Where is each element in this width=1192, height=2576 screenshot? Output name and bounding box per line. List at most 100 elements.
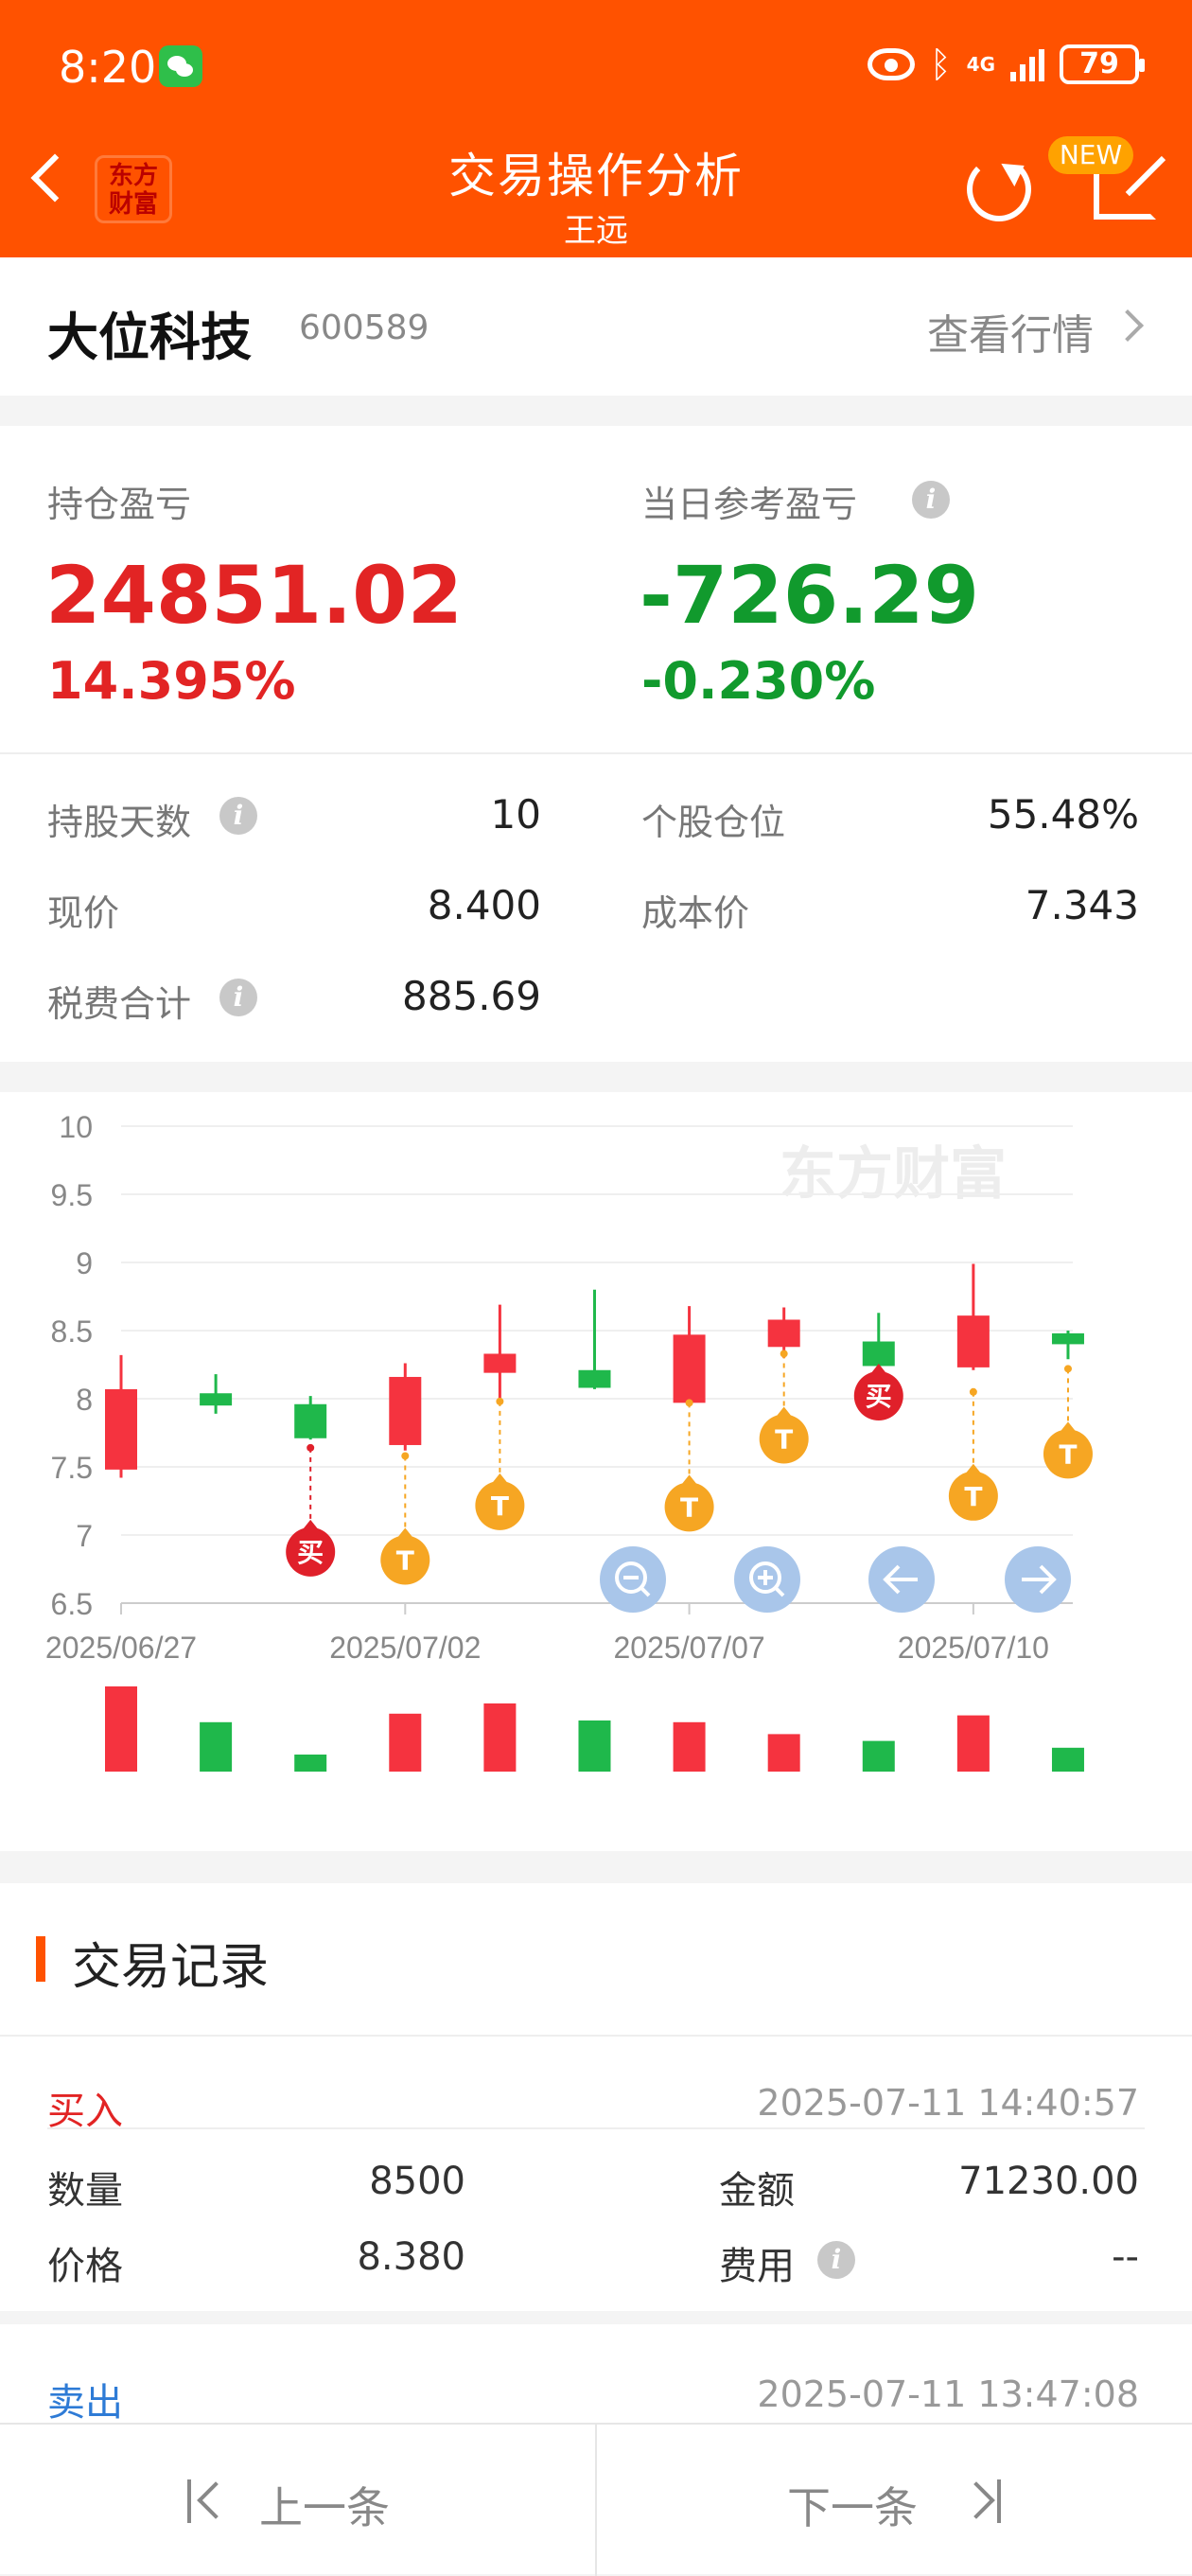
signal-icon xyxy=(1010,47,1044,81)
next-label: 下一条 xyxy=(787,2482,918,2533)
zoom-in-button[interactable] xyxy=(734,1546,800,1613)
daily-profit-label: 当日参考盈亏 xyxy=(641,484,858,525)
network-type: 4G xyxy=(966,53,995,76)
bluetooth-icon: ᛒ xyxy=(929,44,952,85)
marker-pointer xyxy=(965,1463,981,1473)
position-ratio-label: 个股仓位 xyxy=(641,802,786,843)
daily-profit-value: -726.29 xyxy=(640,549,980,642)
last-bar-icon xyxy=(997,2479,1001,2523)
kline-chart[interactable]: 10 9.5 9 8.5 8 7.5 7 6.5 2025/06/27 2025/07/02 202… xyxy=(0,1092,1192,1851)
candle-body xyxy=(673,1334,706,1403)
marker-label: 买 xyxy=(297,1537,324,1568)
scroll-left-button[interactable] xyxy=(868,1546,935,1613)
marker-dot xyxy=(685,1399,693,1407)
marker-dot xyxy=(780,1350,788,1358)
candle-body xyxy=(483,1353,517,1373)
kline-chart-card[interactable]: 东方财富 10 9.5 9 8.5 8 7.5 7 6.5 2025/06/27 2025/07/… xyxy=(0,1092,1192,1851)
marker-pointer xyxy=(397,1527,413,1538)
chevron-right-icon xyxy=(957,2481,995,2519)
hold-days-label: 持股天数 xyxy=(47,802,192,843)
info-icon[interactable]: i xyxy=(219,979,257,1016)
zoom-out-icon xyxy=(615,1561,651,1597)
fee-value: -- xyxy=(1112,2235,1139,2279)
first-bar-icon xyxy=(187,2479,191,2523)
view-quote-link[interactable]: 查看行情 xyxy=(927,301,1094,362)
marker-dot xyxy=(969,1387,977,1396)
records-title: 交易记录 xyxy=(72,1939,270,1996)
marker-pointer xyxy=(681,1474,697,1485)
qty-value: 8500 xyxy=(369,2160,465,2203)
info-icon[interactable]: i xyxy=(912,481,950,519)
volume-bar xyxy=(673,1721,706,1772)
prev-label: 上一条 xyxy=(259,2482,390,2533)
marker-label: T xyxy=(1059,1438,1077,1470)
record-time: 2025-07-11 14:40:57 xyxy=(757,2082,1139,2124)
marker-pointer xyxy=(1060,1421,1076,1432)
marker-label: T xyxy=(964,1481,982,1512)
record-type: 卖出 xyxy=(47,2381,123,2425)
candle-body xyxy=(956,1315,990,1367)
cost-label: 成本价 xyxy=(641,892,750,934)
chevron-right-icon xyxy=(1112,309,1144,342)
hold-days-value: 10 xyxy=(490,791,541,838)
zoom-in-icon xyxy=(749,1561,785,1597)
marker-label: T xyxy=(775,1423,793,1455)
divider xyxy=(47,2127,1145,2129)
candle-body xyxy=(389,1376,422,1445)
candle-body xyxy=(200,1393,233,1406)
wechat-icon xyxy=(159,45,202,87)
volume-bar xyxy=(862,1740,895,1772)
marker-pointer xyxy=(776,1406,792,1417)
y-tick-label: 7.5 xyxy=(51,1451,93,1485)
daily-profit-pct: -0.230% xyxy=(641,651,876,711)
battery-icon: 79 xyxy=(1060,44,1145,84)
price-value: 8.380 xyxy=(357,2235,465,2279)
cost-value: 7.343 xyxy=(1025,882,1139,928)
fee-total-label: 税费合计 xyxy=(47,983,192,1025)
divider xyxy=(0,2311,1192,2324)
refresh-icon[interactable] xyxy=(967,157,1031,221)
volume-bar xyxy=(294,1755,327,1772)
status-time: 8:20 xyxy=(59,42,157,93)
eye-icon xyxy=(867,48,915,80)
divider xyxy=(595,2425,597,2576)
marker-label: T xyxy=(396,1544,414,1576)
candle-body xyxy=(862,1341,895,1367)
marker-dot xyxy=(307,1443,315,1452)
price-label: 价格 xyxy=(47,2245,123,2288)
x-tick-label: 2025/06/27 xyxy=(45,1631,197,1665)
price-label: 现价 xyxy=(47,892,120,934)
stock-bar[interactable]: 大位科技 600589 查看行情 xyxy=(0,257,1192,396)
candle-body xyxy=(1051,1332,1084,1345)
fee-label: 费用 xyxy=(719,2245,795,2288)
volume-bar xyxy=(389,1713,422,1772)
amount-label: 金额 xyxy=(719,2169,795,2213)
volume-bar xyxy=(1051,1747,1084,1772)
divider xyxy=(0,752,1192,754)
scroll-right-button[interactable] xyxy=(1005,1546,1071,1613)
arrow-left-icon xyxy=(883,1564,918,1595)
info-icon[interactable]: i xyxy=(817,2241,855,2279)
marker-dot xyxy=(1063,1365,1072,1373)
fee-total-value: 885.69 xyxy=(402,973,541,1019)
position-profit-pct: 14.395% xyxy=(47,651,296,711)
bottom-nav: 上一条 下一条 xyxy=(0,2423,1192,2576)
marker-label: 买 xyxy=(866,1381,892,1412)
x-tick-label: 2025/07/02 xyxy=(329,1631,481,1665)
y-tick-label: 7 xyxy=(76,1519,93,1553)
volume-bar xyxy=(767,1734,800,1772)
x-tick-label: 2025/07/10 xyxy=(898,1631,1049,1665)
price-value: 8.400 xyxy=(427,882,541,928)
marker-pointer xyxy=(303,1519,319,1529)
volume-bar xyxy=(200,1721,233,1772)
section-accent xyxy=(36,1936,45,1982)
volume-bar xyxy=(956,1715,990,1772)
zoom-out-button[interactable] xyxy=(600,1546,666,1613)
candle-body xyxy=(294,1403,327,1438)
app-header: 8:20 ᛒ 4G 79 东方 财富 交易操作分析 王远 NEW xyxy=(0,0,1192,257)
volume-bar xyxy=(483,1703,517,1772)
divider xyxy=(0,2035,1192,2037)
record-time: 2025-07-11 13:47:08 xyxy=(757,2373,1139,2415)
profit-card: 持仓盈亏 24851.02 14.395% 当日参考盈亏 i -726.29 -… xyxy=(0,426,1192,1062)
info-icon[interactable]: i xyxy=(219,797,257,835)
